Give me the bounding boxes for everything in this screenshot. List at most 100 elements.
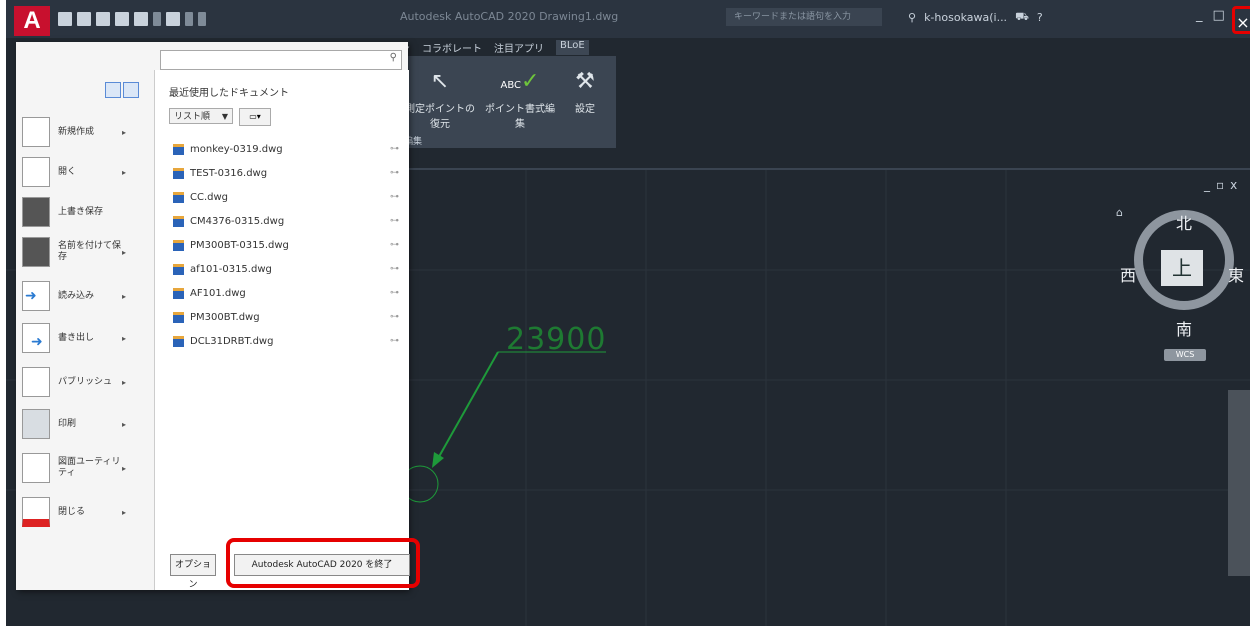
pin-icon[interactable]: ⊶ [390, 144, 399, 154]
search-icon: ⚲ [389, 52, 397, 63]
recent-file[interactable]: PM300BT.dwg ⊶ [173, 308, 399, 326]
folder-icon [22, 157, 50, 187]
pin-icon[interactable]: ⊶ [390, 336, 399, 346]
viewcube-north[interactable]: 北 [1176, 210, 1192, 234]
menu-item-label: 図面ユーティリティ [58, 457, 121, 478]
recent-file[interactable]: monkey-0319.dwg ⊶ [173, 140, 399, 158]
wcs-menu[interactable]: WCS [1164, 349, 1206, 361]
menu-item-utilities[interactable]: 図面ユーティリティ ▸ [22, 450, 148, 486]
pin-icon[interactable]: ⊶ [390, 192, 399, 202]
viewcube-east[interactable]: 東 [1228, 262, 1244, 286]
file-name: monkey-0319.dwg [190, 143, 283, 155]
pin-icon[interactable]: ⊶ [390, 216, 399, 226]
submenu-arrow-icon: ▸ [122, 247, 127, 257]
file-name: PM300BT-0315.dwg [190, 239, 289, 251]
file-name: CM4376-0315.dwg [190, 215, 285, 227]
view-toggle [105, 82, 139, 98]
pin-icon[interactable]: ⊶ [390, 288, 399, 298]
recent-file[interactable]: TEST-0316.dwg ⊶ [173, 164, 399, 182]
pin-icon[interactable]: ⊶ [390, 168, 399, 178]
printer-icon [22, 409, 50, 439]
dwg-file-icon [173, 143, 184, 155]
floppy-icon [22, 197, 50, 227]
submenu-arrow-icon: ▸ [122, 377, 127, 387]
menu-search-input[interactable]: ⚲ [160, 50, 402, 70]
home-icon[interactable]: ⌂ [1116, 206, 1123, 219]
recent-documents-panel: 最近使用したドキュメント リスト順 ▼ ▭▾ monkey-0319.dwg ⊶ … [105, 70, 409, 590]
pin-icon[interactable]: ⊶ [390, 264, 399, 274]
navigation-bar[interactable] [1228, 390, 1250, 576]
menu-item-export[interactable]: ➜ 書き出し ▸ [22, 320, 148, 356]
dwg-file-icon [173, 311, 184, 323]
menu-item-label: 名前を付けて保存 [58, 241, 122, 262]
recent-file[interactable]: AF101.dwg ⊶ [173, 284, 399, 302]
dwg-file-icon [173, 335, 184, 347]
viewport-controls[interactable]: _▫x [1204, 178, 1243, 192]
export-icon: ➜ [22, 323, 50, 353]
chevron-down-icon: ▼ [221, 112, 228, 121]
menu-item-import[interactable]: ➜ 読み込み ▸ [22, 278, 148, 314]
menu-item-new[interactable]: 新規作成 ▸ [22, 114, 148, 150]
viewcube-top-face[interactable]: 上 [1161, 250, 1203, 286]
display-mode-select[interactable]: ▭▾ [239, 108, 271, 126]
pin-icon[interactable]: ⊶ [390, 240, 399, 250]
menu-item-saveas[interactable]: 名前を付けて保存 ▸ [22, 234, 148, 270]
pin-icon[interactable]: ⊶ [390, 312, 399, 322]
menu-item-close[interactable]: 閉じる ▸ [22, 494, 148, 530]
viewcube-south[interactable]: 南 [1176, 316, 1192, 340]
file-name: PM300BT.dwg [190, 311, 260, 323]
dwg-file-icon [173, 215, 184, 227]
viewcube-west[interactable]: 西 [1120, 262, 1136, 286]
menu-item-label: 印刷 [58, 418, 77, 429]
recent-file[interactable]: DCL31DRBT.dwg ⊶ [173, 332, 399, 350]
file-name: DCL31DRBT.dwg [190, 335, 274, 347]
sort-select[interactable]: リスト順 ▼ [169, 108, 233, 124]
file-name: TEST-0316.dwg [190, 167, 268, 179]
file-name: af101-0315.dwg [190, 263, 272, 275]
submenu-arrow-icon: ▸ [122, 419, 127, 429]
menu-item-label: 読み込み [58, 290, 95, 301]
menu-item-label: 書き出し [58, 332, 95, 343]
close-document-icon [22, 497, 50, 527]
submenu-arrow-icon: ▸ [122, 507, 127, 517]
sort-value: リスト順 [174, 112, 211, 122]
open-docs-view-icon[interactable] [123, 82, 139, 98]
dwg-file-icon [173, 191, 184, 203]
recent-file[interactable]: CM4376-0315.dwg ⊶ [173, 212, 399, 230]
dwg-file-icon [173, 167, 184, 179]
menu-command-list: 新規作成 ▸ 開く ▸ 上書き保存 名前を付けて保存 ▸ ➜ 読み込み ▸ ➜ … [16, 42, 154, 590]
exit-autocad-button[interactable]: Autodesk AutoCAD 2020 を終了 [234, 554, 410, 576]
menu-item-label: 開く [58, 166, 77, 177]
floppy-saveas-icon [22, 237, 50, 267]
menu-item-label: 新規作成 [58, 126, 95, 137]
submenu-arrow-icon: ▸ [122, 167, 127, 177]
menu-item-open[interactable]: 開く ▸ [22, 154, 148, 190]
new-document-icon [22, 117, 50, 147]
recent-file[interactable]: CC.dwg ⊶ [173, 188, 399, 206]
recent-docs-view-icon[interactable] [105, 82, 121, 98]
leader-arrowhead [432, 452, 444, 468]
menu-item-label: パブリッシュ [58, 376, 113, 387]
menu-item-publish[interactable]: パブリッシュ ▸ [22, 364, 148, 400]
file-name: AF101.dwg [190, 287, 246, 299]
submenu-arrow-icon: ▸ [122, 291, 127, 301]
dwg-file-icon [173, 263, 184, 275]
recent-docs-title: 最近使用したドキュメント [169, 88, 289, 99]
dwg-file-icon [173, 287, 184, 299]
submenu-arrow-icon: ▸ [122, 463, 127, 473]
submenu-arrow-icon: ▸ [122, 127, 127, 137]
application-menu: ⚲ 新規作成 ▸ 開く ▸ 上書き保存 名前を付けて保存 ▸ ➜ 読み込み ▸ … [16, 42, 420, 590]
file-name: CC.dwg [190, 191, 229, 203]
menu-item-print[interactable]: 印刷 ▸ [22, 406, 148, 442]
menu-item-label: 上書き保存 [58, 206, 104, 217]
recent-file[interactable]: af101-0315.dwg ⊶ [173, 260, 399, 278]
submenu-arrow-icon: ▸ [122, 333, 127, 343]
leader-line [435, 351, 499, 463]
options-button[interactable]: オプション [170, 554, 216, 590]
menu-item-label: 閉じる [58, 506, 86, 517]
menu-item-save[interactable]: 上書き保存 [22, 194, 148, 230]
dwg-file-icon [173, 239, 184, 251]
autocad-window: A Autodesk AutoCAD 2020 Drawing1.dwg キーワ… [6, 0, 1250, 626]
recent-file[interactable]: PM300BT-0315.dwg ⊶ [173, 236, 399, 254]
dimension-text[interactable]: 23900 [506, 322, 606, 357]
